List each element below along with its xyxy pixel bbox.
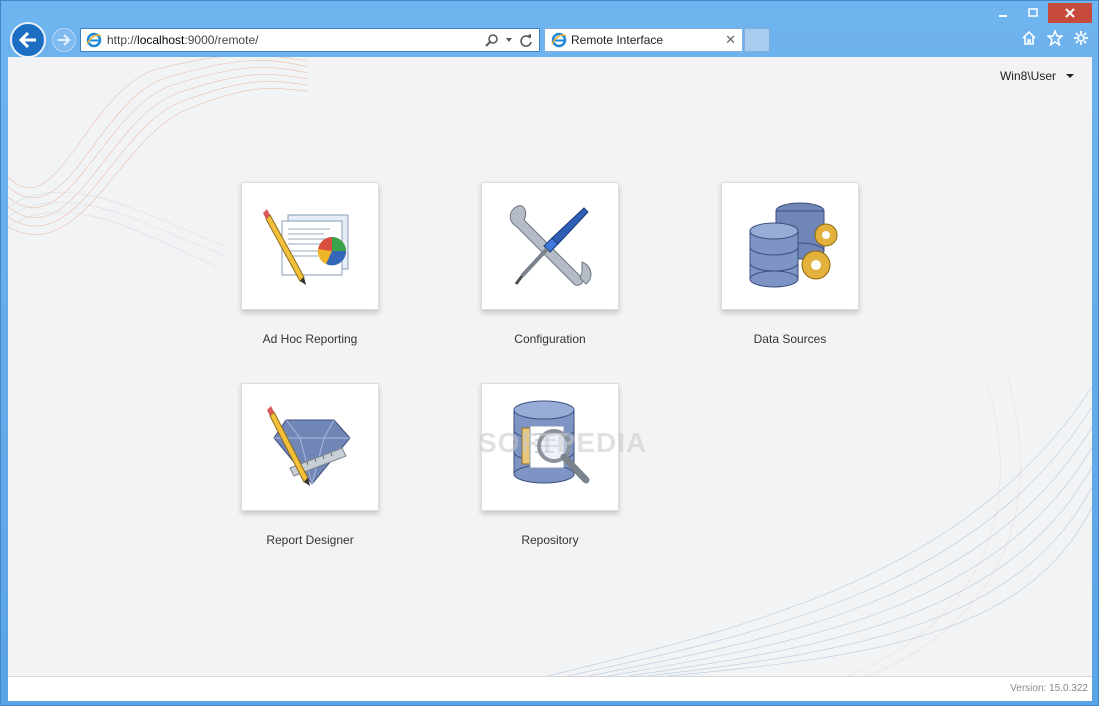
ie-logo-icon [86, 32, 102, 48]
address-bar[interactable]: http://localhost:9000/remote/ [80, 28, 540, 52]
close-window-button[interactable] [1048, 3, 1092, 23]
minimize-icon [999, 15, 1007, 17]
browser-tools [1020, 29, 1090, 47]
url-rest: :9000/remote/ [184, 33, 259, 47]
report-pencil-chart-icon [263, 209, 349, 285]
tab-title: Remote Interface [571, 33, 664, 47]
database-gears-icon [749, 202, 838, 287]
version-label: Version: 15.0.322 [1010, 683, 1088, 694]
minimize-button[interactable] [988, 3, 1018, 23]
tile-label: Repository [521, 533, 579, 547]
wrench-screwdriver-icon [509, 205, 592, 286]
window-controls [988, 3, 1092, 23]
tile-label: Data Sources [753, 332, 827, 346]
search-icon[interactable] [485, 33, 499, 47]
watermark-text: SOFTPEDIA [478, 427, 648, 458]
tile-label: Ad Hoc Reporting [262, 332, 358, 346]
tile-card[interactable] [241, 182, 379, 310]
url-host: localhost [137, 33, 185, 47]
url-text: http://localhost:9000/remote/ [107, 33, 485, 47]
new-tab-button[interactable] [744, 28, 770, 52]
tile-report-designer[interactable]: Report Designer [220, 383, 400, 547]
tile-ad-hoc-reporting[interactable]: Ad Hoc Reporting [220, 182, 400, 346]
tile-card[interactable] [481, 182, 619, 310]
maximize-button[interactable] [1018, 3, 1048, 23]
diamond-ruler-pencil-icon [267, 406, 351, 486]
home-icon[interactable] [1020, 29, 1038, 47]
tile-label: Configuration [514, 332, 586, 346]
tile-card[interactable] [721, 182, 859, 310]
back-button[interactable] [10, 22, 46, 58]
tile-configuration[interactable]: Configuration [460, 182, 640, 346]
ie-logo-icon [551, 32, 567, 48]
chevron-down-icon[interactable] [505, 36, 513, 44]
arrow-right-icon [58, 34, 71, 46]
user-menu[interactable]: Win8\User [1000, 69, 1074, 83]
user-name: Win8\User [999, 69, 1056, 83]
address-actions [485, 33, 533, 47]
tile-card[interactable] [241, 383, 379, 511]
page-content: Win8\User Ad Hoc Reporting Configuration… [8, 57, 1092, 676]
tile-label: Report Designer [266, 533, 354, 547]
close-tab-icon[interactable]: ✕ [725, 32, 736, 48]
tab-remote-interface[interactable]: Remote Interface ✕ [544, 28, 743, 52]
url-prefix: http:// [107, 33, 138, 47]
navigation-bar: http://localhost:9000/remote/ Remote Int… [1, 22, 1099, 58]
browser-window: http://localhost:9000/remote/ Remote Int… [0, 0, 1099, 706]
arrow-left-icon [18, 31, 36, 49]
forward-button[interactable] [52, 28, 76, 52]
tile-data-sources[interactable]: Data Sources [700, 182, 880, 346]
maximize-icon [1028, 8, 1038, 17]
status-bar: Version: 15.0.322 [8, 676, 1092, 701]
refresh-icon[interactable] [519, 33, 533, 47]
chevron-down-icon [1066, 74, 1074, 78]
favorites-star-icon[interactable] [1046, 29, 1064, 47]
tile-repository[interactable]: Repository [460, 383, 640, 547]
close-icon [1065, 8, 1075, 18]
gear-icon[interactable] [1072, 29, 1090, 47]
